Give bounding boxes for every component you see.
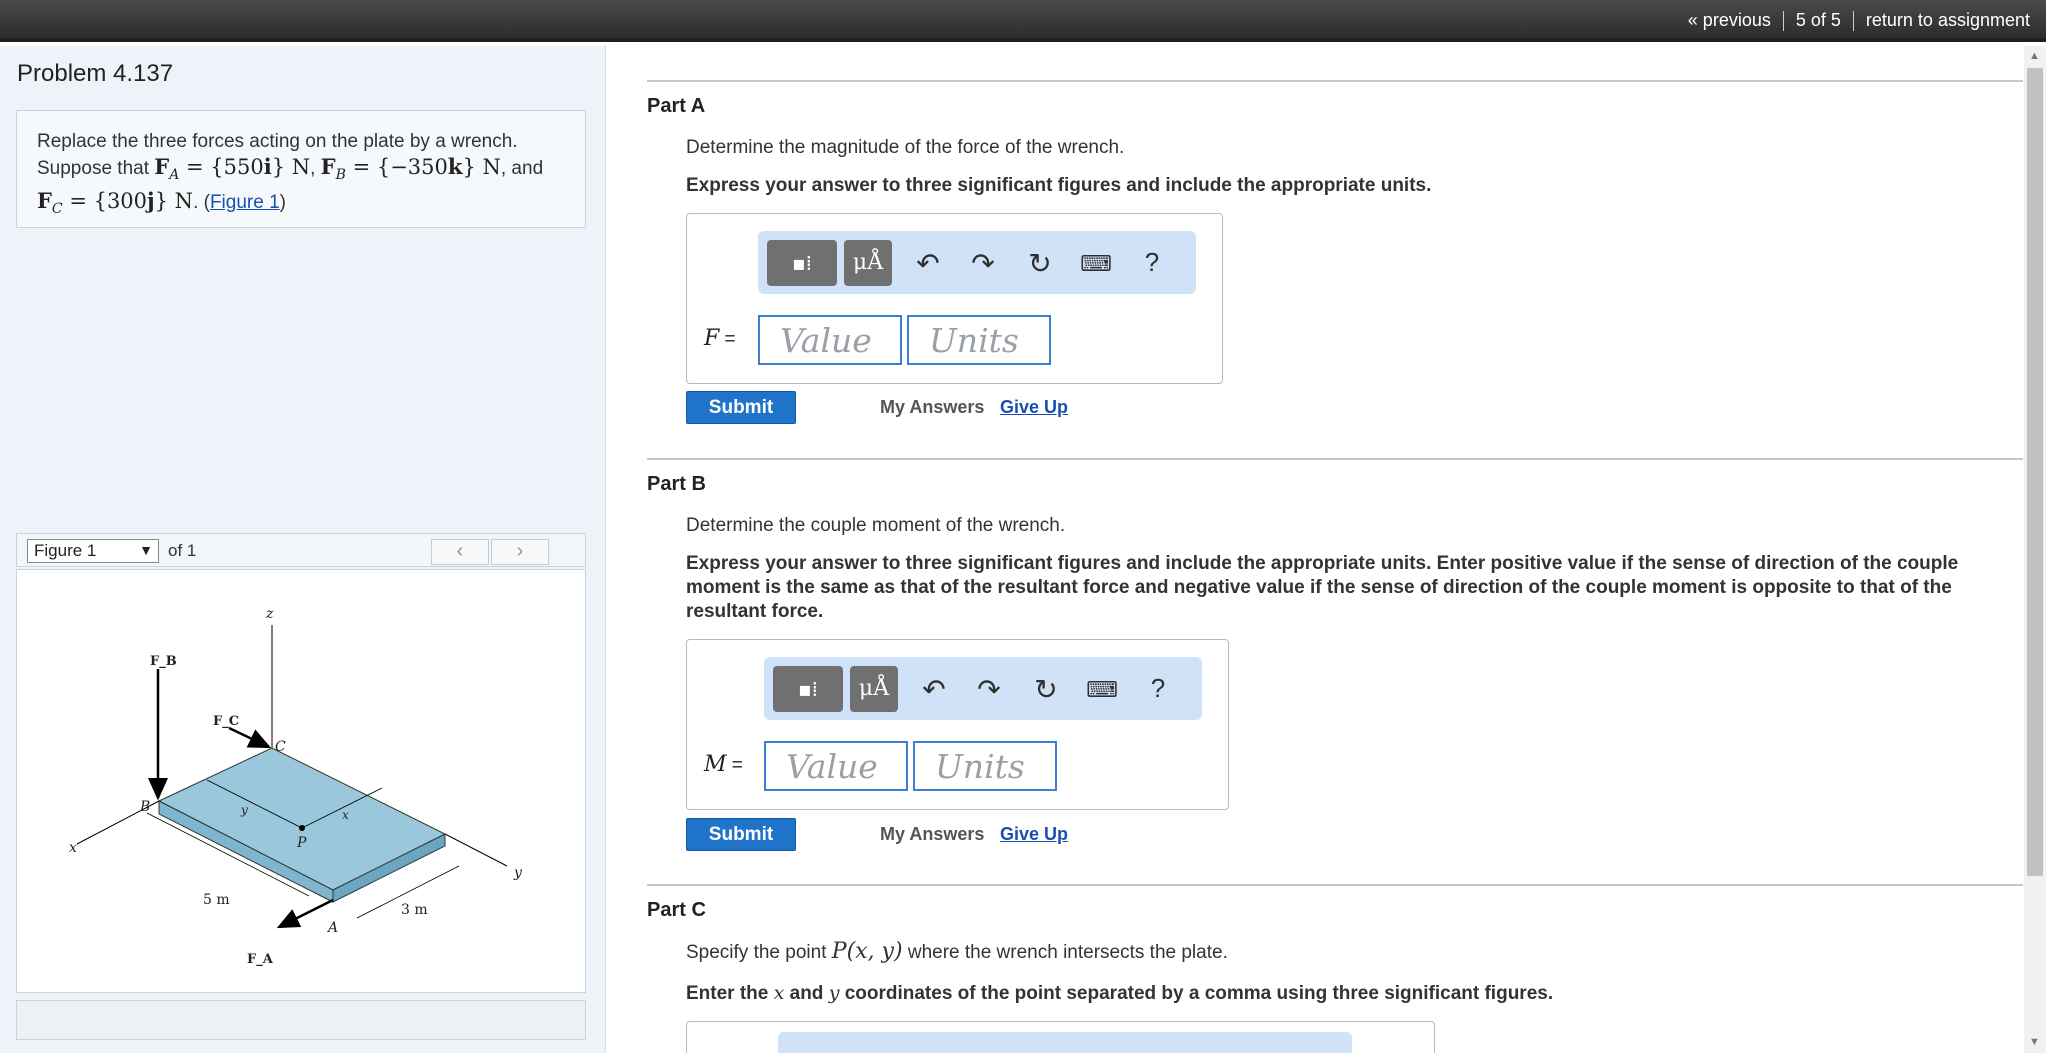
templates-icon[interactable]: ▪⁞: [773, 666, 843, 712]
part-b-units-input[interactable]: [913, 741, 1057, 791]
part-a-question: Determine the magnitude of the force of …: [686, 137, 1125, 158]
part-a-my-answers-link[interactable]: My Answers: [880, 397, 984, 418]
undo-icon[interactable]: ↶: [908, 247, 948, 280]
part-b-divider: [647, 458, 2023, 460]
figure-next-button[interactable]: ›: [491, 539, 549, 565]
redo-icon[interactable]: ↷: [963, 247, 1003, 280]
scroll-down-icon[interactable]: ▼: [2029, 1036, 2040, 1048]
problem-panel: Problem 4.137 Replace the three forces a…: [0, 46, 606, 1053]
fa-label: F_A: [247, 952, 274, 967]
plate-diagram: z x y F_B F_C F_A C B A P 5 m 3 m y x: [69, 606, 523, 967]
problem-statement: Replace the three forces acting on the p…: [16, 110, 586, 228]
units-button[interactable]: μÅ: [850, 666, 898, 712]
inner-x-label: x: [342, 808, 349, 822]
part-a-variable-label: F =: [704, 326, 736, 351]
part-a-units-input[interactable]: [907, 315, 1051, 365]
force-b-expression: FB = {−350k} N: [320, 154, 501, 184]
parts-panel: Part A Determine the magnitude of the fo…: [607, 46, 2024, 1053]
part-b-answer-box: ▪⁞ μÅ ↶ ↷ ↻ ⌨ ? M =: [686, 639, 1229, 810]
part-a-answer-box: ▪⁞ μÅ ↶ ↷ ↻ ⌨ ? F =: [686, 213, 1223, 384]
problem-text-line3: FC = {300j} N. (Figure 1): [37, 188, 286, 218]
part-a-value-input[interactable]: [758, 315, 902, 365]
point-p-expression: P(x, y): [831, 939, 903, 964]
part-c-toolbar: [778, 1032, 1352, 1053]
force-a-expression: FA = {550i} N: [154, 154, 311, 184]
part-b-title: Part B: [647, 473, 706, 495]
part-b-give-up-link[interactable]: Give Up: [1000, 824, 1068, 845]
problem-title: Problem 4.137: [17, 60, 174, 87]
x-axis-label: x: [69, 840, 77, 856]
part-b-toolbar: ▪⁞ μÅ ↶ ↷ ↻ ⌨ ?: [764, 657, 1202, 720]
help-button[interactable]: ?: [1132, 247, 1172, 278]
keyboard-icon[interactable]: ⌨: [1076, 251, 1116, 277]
b-label: B: [139, 799, 150, 815]
scrollbar-thumb[interactable]: [2027, 68, 2043, 876]
part-a-give-up-link[interactable]: Give Up: [1000, 397, 1068, 418]
part-c-instruction: Enter the x and y coordinates of the poi…: [686, 982, 1554, 1004]
dim-3m-label: 3 m: [401, 902, 428, 918]
y-axis: [444, 833, 508, 867]
templates-icon[interactable]: ▪⁞: [767, 240, 837, 286]
part-b-question: Determine the couple moment of the wrenc…: [686, 515, 1066, 536]
part-b-value-input[interactable]: [764, 741, 908, 791]
figure-previous-button[interactable]: ‹: [431, 539, 489, 565]
reset-icon[interactable]: ↻: [1020, 247, 1060, 280]
problem-text-line1: Replace the three forces acting on the p…: [37, 131, 518, 152]
inner-y-label: y: [240, 803, 248, 817]
top-navigation: « previous 5 of 5 return to assignment: [1688, 10, 2030, 31]
page-scrollbar[interactable]: ▲ ▼: [2024, 46, 2046, 1053]
dim-5m-label: 5 m: [203, 892, 230, 908]
part-c-title: Part C: [647, 899, 706, 921]
return-to-assignment-link[interactable]: return to assignment: [1866, 10, 2030, 31]
part-c-divider: [647, 884, 2023, 886]
figure-footer: [16, 1000, 586, 1040]
part-a-title: Part A: [647, 95, 706, 117]
c-label: C: [275, 739, 286, 755]
fc-label: F_C: [213, 714, 239, 729]
scroll-up-icon[interactable]: ▲: [2029, 50, 2040, 62]
part-a-instruction: Express your answer to three significant…: [686, 175, 1432, 196]
part-a-toolbar: ▪⁞ μÅ ↶ ↷ ↻ ⌨ ?: [758, 231, 1196, 294]
position-indicator: 5 of 5: [1795, 10, 1841, 30]
part-a-divider: [647, 80, 2023, 82]
undo-icon[interactable]: ↶: [914, 673, 954, 706]
nav-separator: [1782, 10, 1784, 31]
reset-icon[interactable]: ↻: [1026, 673, 1066, 706]
nav-separator: [1852, 10, 1854, 31]
figure-select[interactable]: Figure 1 ▼: [27, 539, 159, 563]
figure-viewer: z x y F_B F_C F_A C B A P 5 m 3 m y x: [16, 569, 586, 993]
units-button[interactable]: μÅ: [844, 240, 892, 286]
part-c-question: Specify the point P(x, y) where the wren…: [686, 939, 1228, 964]
previous-link[interactable]: « previous: [1688, 10, 1771, 31]
top-bar: « previous 5 of 5 return to assignment: [0, 0, 2046, 42]
chevron-left-icon: ‹: [456, 540, 464, 562]
dropdown-arrow-icon: ▼: [139, 542, 153, 558]
part-a-submit-button[interactable]: Submit: [686, 391, 796, 424]
chevron-right-icon: ›: [516, 540, 524, 562]
plate-top: [157, 747, 447, 891]
part-b-instruction: Express your answer to three significant…: [686, 553, 1959, 622]
figure-link[interactable]: Figure 1: [210, 192, 280, 213]
force-a-arrow: [276, 898, 334, 929]
figure-selector-bar: Figure 1 ▼ of 1 ‹ ›: [16, 533, 586, 567]
keyboard-icon[interactable]: ⌨: [1082, 677, 1122, 703]
point-p: [299, 825, 305, 831]
fb-label: F_B: [150, 654, 177, 669]
part-b-my-answers-link[interactable]: My Answers: [880, 824, 984, 845]
z-label: z: [265, 606, 274, 622]
help-button[interactable]: ?: [1138, 673, 1178, 704]
figure-count: of 1: [168, 541, 197, 560]
problem-text-line2: Suppose that FA = {550i} N, FB = {−350k}…: [37, 154, 544, 184]
a-label: A: [326, 920, 338, 936]
force-c-arrow: [228, 726, 272, 749]
part-b-variable-label: M =: [704, 752, 743, 777]
part-c-answer-box: [686, 1021, 1435, 1053]
p-label: P: [296, 835, 307, 851]
redo-icon[interactable]: ↷: [969, 673, 1009, 706]
part-b-submit-button[interactable]: Submit: [686, 818, 796, 851]
y-axis-label: y: [513, 865, 523, 881]
force-c-expression: FC = {300j} N: [37, 188, 194, 218]
